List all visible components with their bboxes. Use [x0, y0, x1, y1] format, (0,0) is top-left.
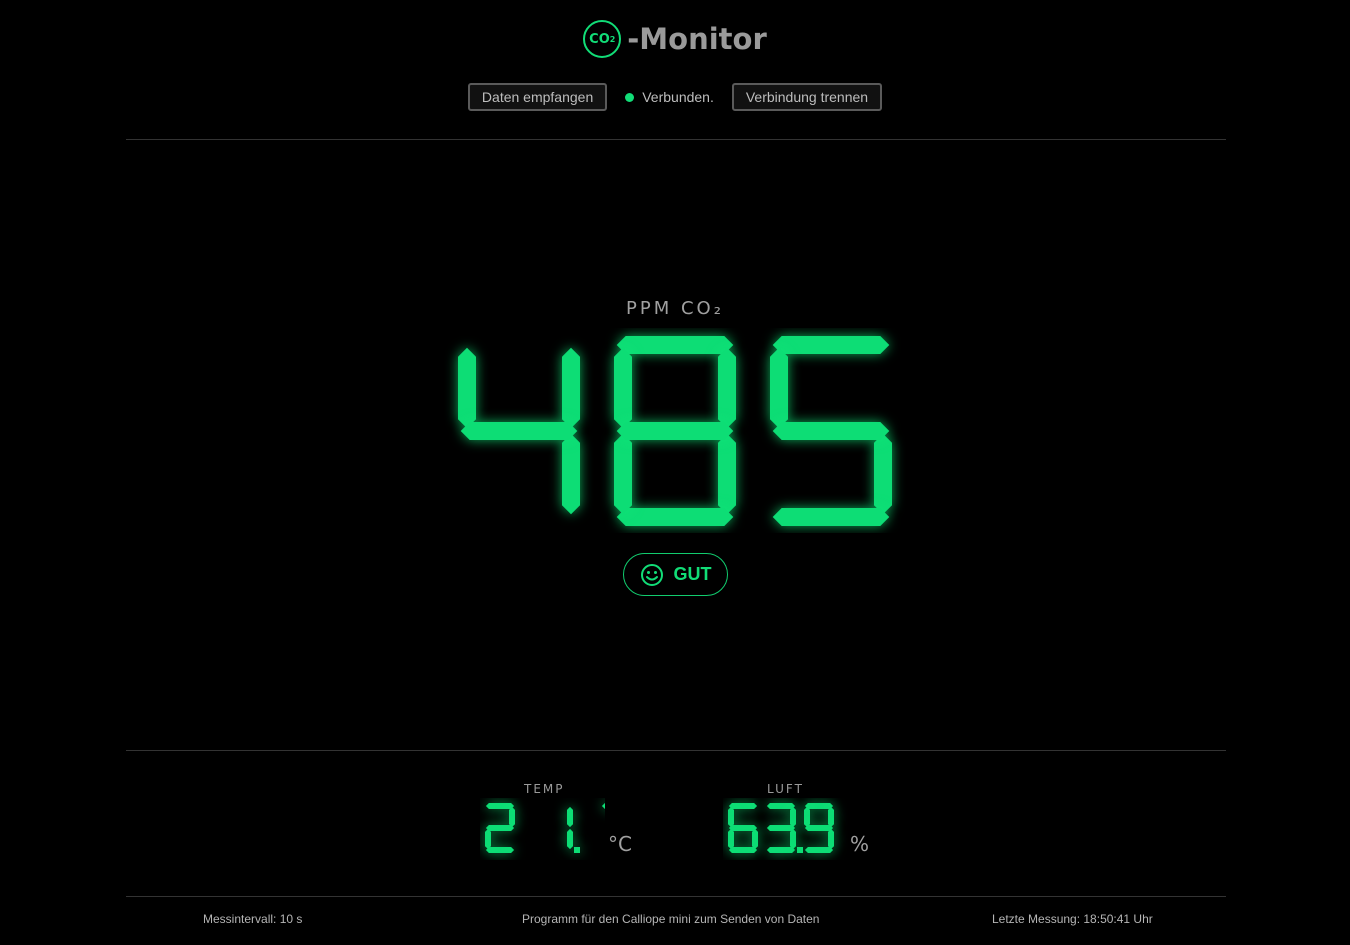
- digit-1-segment-a: [766, 803, 796, 809]
- program-link[interactable]: Programm für den Calliope mini zum Sende…: [522, 912, 819, 926]
- last-measurement: Letzte Messung: 18:50:41 Uhr: [992, 912, 1153, 926]
- divider-top: [126, 139, 1226, 140]
- co2-monitor-page: CO 2 -Monitor Daten empfangen Verbunden. …: [0, 0, 1350, 945]
- digit-2-segment-a: [601, 803, 605, 809]
- digit-1-segment-c: [790, 828, 796, 850]
- decimal-point: [797, 847, 803, 853]
- digit-1-segment-c: [718, 433, 736, 515]
- digit-0-segment-c: [562, 433, 580, 515]
- co2-logo-icon: CO 2: [583, 20, 622, 58]
- temperature-value-display: [485, 803, 605, 853]
- temp-unit: °C: [608, 832, 632, 856]
- measurement-interval: Messintervall: 10 s: [203, 912, 303, 926]
- digit-0-segment-c: [752, 828, 758, 850]
- digit-2-segment-f: [770, 347, 788, 429]
- digit-2-segment-f: [804, 806, 810, 828]
- ppm-co2-label: PPM CO₂: [626, 298, 724, 319]
- digit-2-segment-c: [874, 433, 892, 515]
- digit-2-segment-b: [828, 806, 834, 828]
- digit-0-segment-d: [485, 847, 515, 853]
- digit-1-segment-g: [766, 825, 796, 831]
- humidity-label: LUFT: [767, 782, 804, 796]
- digit-0-segment-a: [728, 803, 758, 809]
- air-quality-label: GUT: [673, 564, 712, 584]
- digit-2-segment-d: [772, 508, 890, 526]
- digit-1-segment-d: [616, 508, 734, 526]
- digit-0-segment-e: [728, 828, 734, 850]
- air-quality-badge: GUT: [623, 553, 728, 596]
- digit-2-segment-g: [804, 825, 834, 831]
- digit-1-segment-a: [616, 336, 734, 354]
- digit-1-segment-e: [614, 433, 632, 515]
- receive-data-button[interactable]: Daten empfangen: [467, 83, 608, 111]
- digit-1-segment-f: [614, 347, 632, 429]
- digit-0-segment-d: [728, 847, 758, 853]
- digit-2-segment-a: [804, 803, 834, 809]
- digit-1-segment-g: [616, 422, 734, 440]
- smiley-icon: [640, 563, 663, 586]
- decimal-point: [574, 847, 580, 853]
- digit-0-segment-g: [728, 825, 758, 831]
- digit-2-segment-g: [772, 422, 890, 440]
- temp-label: TEMP: [524, 782, 565, 796]
- digit-1-segment-d: [766, 847, 796, 853]
- digit-0-segment-g: [485, 825, 515, 831]
- digit-2-segment-a: [772, 336, 890, 354]
- connection-controls: Daten empfangen Verbunden. Verbindung tr…: [0, 83, 1350, 111]
- digit-1-segment-b: [718, 347, 736, 429]
- digit-0-segment-a: [485, 803, 515, 809]
- app-title: -Monitor: [627, 22, 767, 56]
- digit-0-segment-g: [460, 422, 578, 440]
- humidity-unit: %: [850, 832, 870, 856]
- humidity-value-display: [728, 803, 834, 853]
- digit-2-segment-c: [828, 828, 834, 850]
- co2-value-display: [458, 336, 892, 526]
- status-text: Verbunden.: [642, 89, 714, 105]
- digit-1-segment-b: [790, 806, 796, 828]
- digit-0-segment-b: [562, 347, 580, 429]
- divider-bottom: [126, 896, 1226, 897]
- connection-status: Verbunden.: [625, 89, 714, 105]
- status-dot-icon: [625, 92, 635, 102]
- disconnect-button[interactable]: Verbindung trennen: [731, 83, 883, 111]
- divider-middle: [126, 750, 1226, 751]
- digit-1-segment-c: [567, 828, 573, 850]
- digit-1-segment-b: [567, 806, 573, 828]
- digit-2-segment-d: [804, 847, 834, 853]
- digit-0-segment-f: [728, 806, 734, 828]
- app-header: CO 2 -Monitor: [0, 20, 1350, 58]
- digit-0-segment-e: [485, 828, 491, 850]
- digit-0-segment-b: [509, 806, 515, 828]
- digit-0-segment-f: [458, 347, 476, 429]
